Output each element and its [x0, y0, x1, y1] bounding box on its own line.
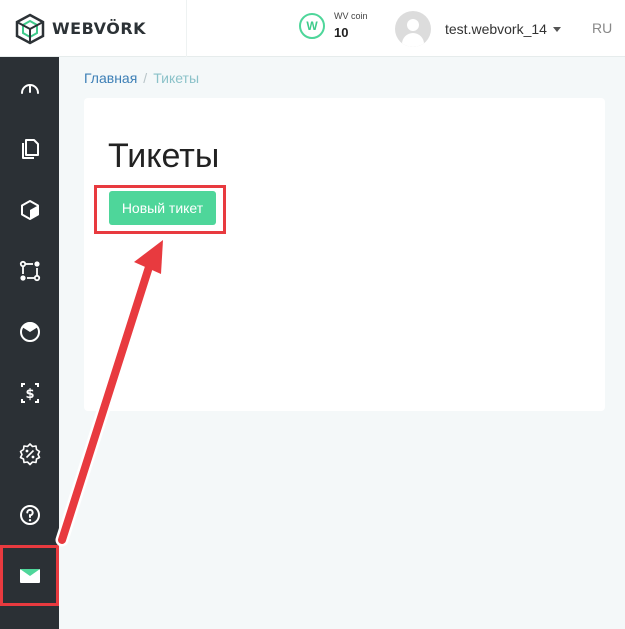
- coin-value: 10: [334, 25, 349, 40]
- main-content: Главная / Тикеты Тикеты Новый тикет: [59, 57, 625, 629]
- badge-percent-icon: [19, 442, 40, 465]
- flow-icon: [19, 260, 40, 281]
- sidebar-item-tickets[interactable]: [0, 545, 59, 606]
- caret-down-icon: [552, 26, 561, 32]
- cube-icon: [20, 199, 39, 220]
- page-title: Тикеты: [108, 137, 220, 175]
- coin-icon: W: [299, 12, 325, 39]
- tickets-card: Тикеты Новый тикет: [84, 98, 605, 411]
- coin-label: WV coin: [334, 11, 368, 21]
- help-icon: [19, 504, 40, 525]
- sidebar: $: [0, 57, 59, 629]
- logo-icon: [15, 13, 45, 44]
- avatar: [395, 11, 431, 47]
- logo-text: WEBVÖRK: [52, 19, 147, 38]
- speedometer-icon: [20, 83, 39, 94]
- top-header: WEBVÖRK W WV coin 10 test.webvork_14 RU: [0, 0, 625, 57]
- breadcrumb-separator: /: [143, 70, 148, 86]
- sidebar-item-help[interactable]: [0, 484, 59, 545]
- pie-chart-icon: [19, 321, 40, 342]
- svg-text:$: $: [25, 387, 34, 402]
- documents-icon: [21, 138, 39, 159]
- breadcrumb-home-link[interactable]: Главная: [84, 70, 137, 86]
- user-menu[interactable]: test.webvork_14: [395, 11, 561, 47]
- envelope-icon: [19, 568, 40, 583]
- sidebar-item-statistics[interactable]: [0, 301, 59, 362]
- language-switcher[interactable]: RU: [592, 20, 612, 36]
- sidebar-item-finance[interactable]: $: [0, 362, 59, 423]
- wv-coin-balance: W WV coin 10: [299, 12, 368, 39]
- new-ticket-button[interactable]: Новый тикет: [109, 191, 216, 225]
- breadcrumb-current: Тикеты: [153, 70, 200, 86]
- username: test.webvork_14: [445, 21, 547, 37]
- breadcrumb: Главная / Тикеты: [84, 70, 199, 86]
- sidebar-item-offers[interactable]: [0, 118, 59, 179]
- sidebar-item-products[interactable]: [0, 179, 59, 240]
- sidebar-item-flows[interactable]: [0, 240, 59, 301]
- sidebar-item-dashboard[interactable]: [0, 57, 59, 118]
- logo[interactable]: WEBVÖRK: [0, 0, 187, 57]
- dollar-icon: $: [20, 382, 39, 403]
- sidebar-item-promo[interactable]: [0, 423, 59, 484]
